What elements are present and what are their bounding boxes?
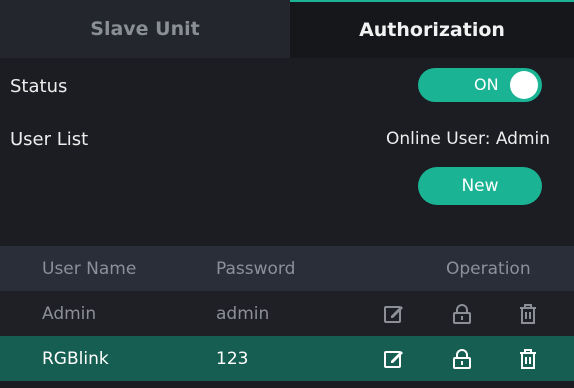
table-header: User Name Password Operation (0, 246, 574, 291)
edit-icon[interactable] (382, 302, 406, 326)
row-user-name: RGBlink (42, 348, 109, 369)
user-list-label: User List (10, 129, 89, 150)
lock-icon[interactable] (450, 347, 474, 371)
edit-icon[interactable] (382, 347, 406, 371)
lock-icon[interactable] (450, 302, 474, 326)
row-user-name: Admin (42, 303, 97, 324)
online-user-text: Online User: Admin (386, 129, 550, 149)
header-password: Password (216, 258, 296, 279)
status-toggle[interactable]: ON (418, 68, 542, 102)
trash-icon[interactable] (516, 347, 540, 371)
table-row[interactable]: Admin admin (0, 291, 574, 336)
header-operation: Operation (446, 258, 531, 279)
trash-icon[interactable] (516, 302, 540, 326)
new-user-button[interactable]: New (418, 167, 542, 205)
user-table: User Name Password Operation Admin admin… (0, 246, 574, 381)
tab-authorization[interactable]: Authorization (290, 0, 574, 58)
toggle-state-text: ON (474, 75, 499, 94)
table-row-selected[interactable]: RGBlink 123 (0, 336, 574, 381)
row-password: 123 (216, 348, 249, 369)
tab-bar: Slave Unit Authorization (0, 0, 574, 58)
tab-slave-unit[interactable]: Slave Unit (0, 0, 290, 58)
row-password: admin (216, 303, 270, 324)
status-label: Status (10, 76, 68, 97)
toggle-knob (510, 71, 538, 99)
header-user-name: User Name (42, 258, 137, 279)
